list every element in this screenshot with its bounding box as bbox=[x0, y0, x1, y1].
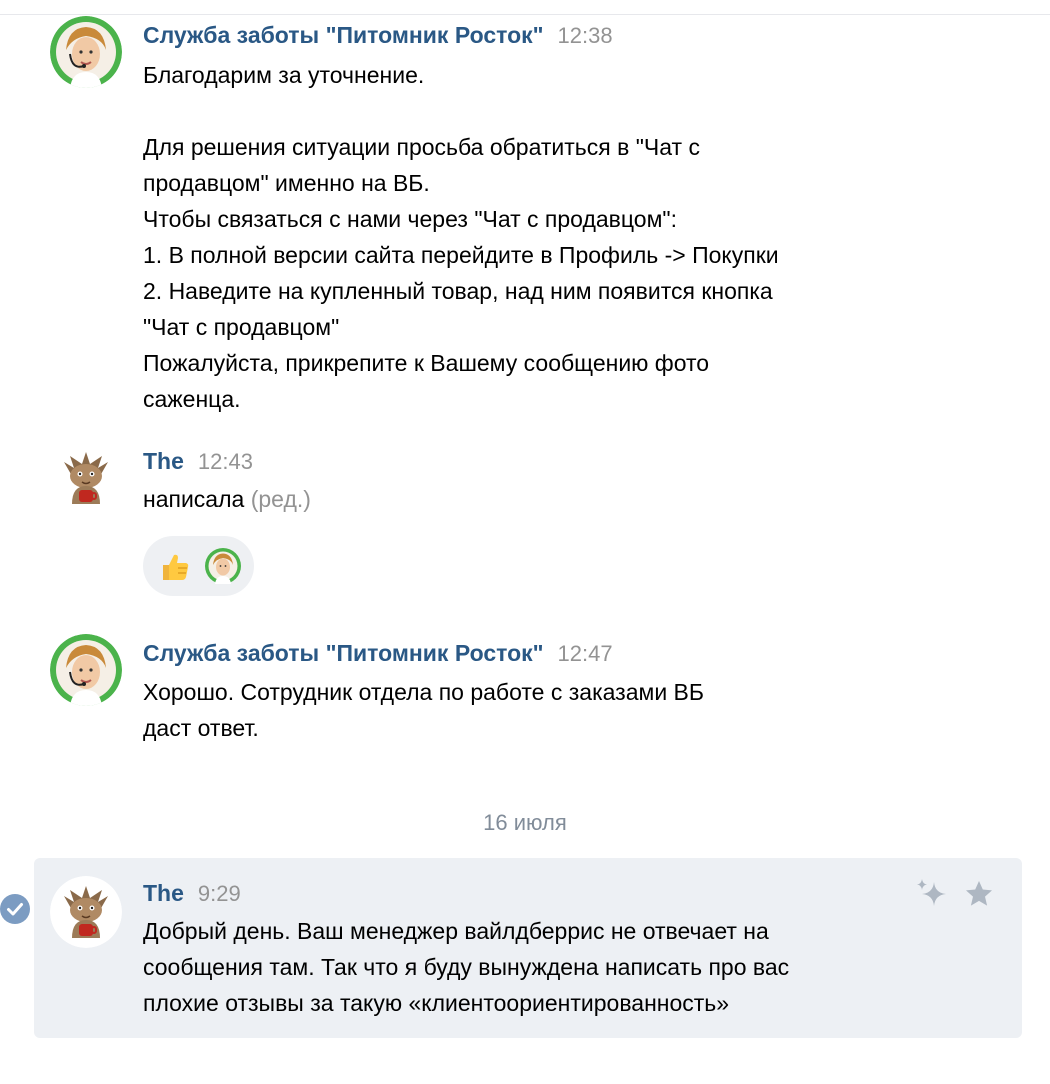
author-name[interactable]: The bbox=[143, 448, 184, 474]
text-line: даст ответ. bbox=[143, 715, 259, 741]
user-avatar[interactable] bbox=[50, 442, 122, 514]
author-name[interactable]: The bbox=[143, 880, 184, 906]
selected-check-icon[interactable] bbox=[0, 894, 30, 924]
message-time[interactable]: 12:47 bbox=[558, 641, 613, 666]
support-avatar[interactable] bbox=[50, 634, 122, 706]
support-avatar[interactable] bbox=[50, 16, 122, 88]
reactor-avatar bbox=[205, 548, 241, 589]
text-line: 1. В полной версии сайта перейдите в Про… bbox=[143, 242, 779, 268]
edited-label[interactable]: (ред.) bbox=[251, 486, 311, 512]
favorite-star-icon[interactable] bbox=[963, 878, 995, 915]
message-text: Благодарим за уточнение. Для решения сит… bbox=[143, 57, 779, 417]
sparkle-icon[interactable] bbox=[914, 876, 950, 917]
text-line bbox=[143, 93, 779, 129]
message-text: Хорошо. Сотрудник отдела по работе с зак… bbox=[143, 674, 704, 746]
text-line: Для решения ситуации просьба обратиться … bbox=[143, 134, 700, 160]
text-line: сообщения там. Так что я буду вынуждена … bbox=[143, 954, 790, 980]
text-line: плохие отзывы за такую «клиентоориентиро… bbox=[143, 990, 730, 1016]
reactions-pill[interactable] bbox=[143, 536, 254, 596]
message-author[interactable]: Служба заботы "Питомник Росток" 12:38 bbox=[143, 22, 613, 49]
author-name[interactable]: Служба заботы "Питомник Росток" bbox=[143, 640, 544, 666]
text-line: Хорошо. Сотрудник отдела по работе с зак… bbox=[143, 679, 704, 705]
text-line: Добрый день. Ваш менеджер вайлдберрис не… bbox=[143, 918, 769, 944]
message-author[interactable]: The 9:29 bbox=[143, 880, 241, 907]
message-text: написала (ред.) bbox=[143, 481, 311, 517]
text-line: саженца. bbox=[143, 386, 241, 412]
message-time[interactable]: 12:38 bbox=[558, 23, 613, 48]
text-line: 2. Наведите на купленный товар, над ним … bbox=[143, 278, 773, 304]
thumbs-up-icon bbox=[157, 549, 191, 588]
user-avatar[interactable] bbox=[50, 876, 122, 948]
text-line: написала bbox=[143, 486, 245, 512]
date-separator: 16 июля bbox=[483, 810, 567, 835]
text-line: "Чат с продавцом" bbox=[143, 314, 340, 340]
author-name[interactable]: Служба заботы "Питомник Росток" bbox=[143, 22, 544, 48]
message-author[interactable]: Служба заботы "Питомник Росток" 12:47 bbox=[143, 640, 613, 667]
message-time[interactable]: 9:29 bbox=[198, 881, 241, 906]
message-text: Добрый день. Ваш менеджер вайлдберрис не… bbox=[143, 913, 789, 1021]
text-line: продавцом" именно на ВБ. bbox=[143, 170, 430, 196]
top-divider bbox=[0, 14, 1050, 15]
text-line: Чтобы связаться с нами через "Чат с прод… bbox=[143, 206, 677, 232]
text-line: Пожалуйста, прикрепите к Вашему сообщени… bbox=[143, 350, 710, 376]
message-time[interactable]: 12:43 bbox=[198, 449, 253, 474]
message-author[interactable]: The 12:43 bbox=[143, 448, 253, 475]
text-line: Благодарим за уточнение. bbox=[143, 62, 425, 88]
